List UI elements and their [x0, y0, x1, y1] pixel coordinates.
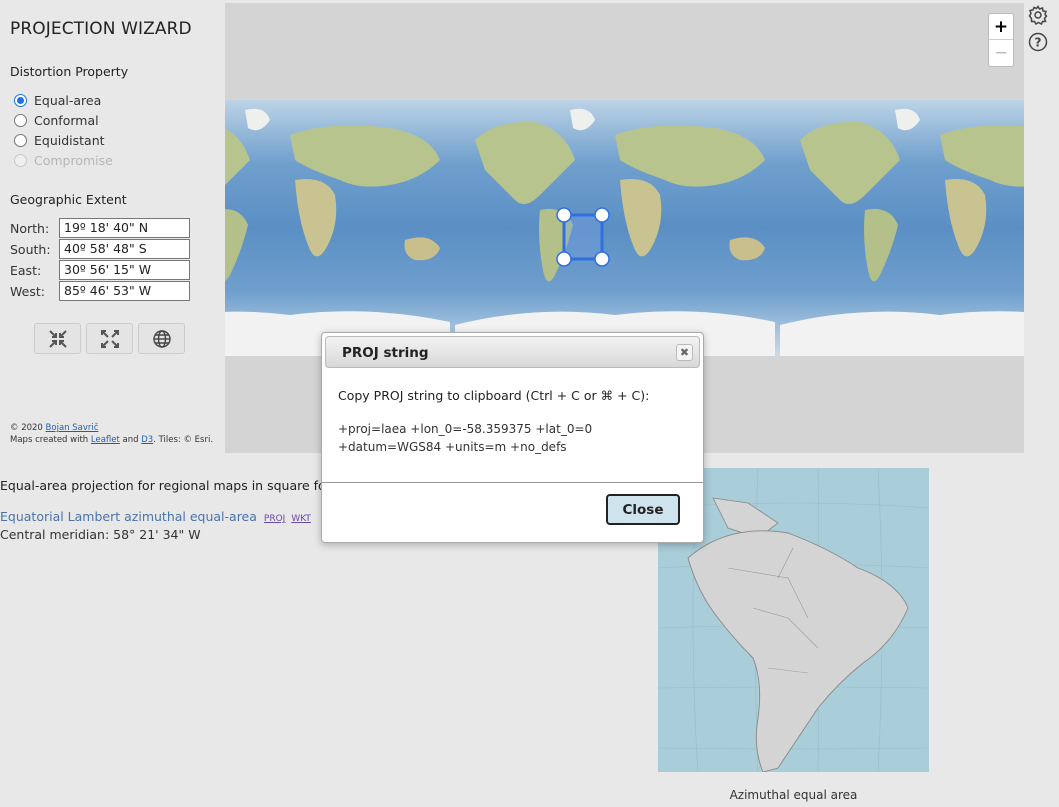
wkt-link[interactable]: WKT: [291, 514, 311, 524]
radio-equal-area[interactable]: Equal-area: [14, 93, 101, 108]
app-title: PROJECTION WIZARD: [10, 19, 192, 39]
dialog-divider: [322, 482, 703, 483]
d3-link[interactable]: D3: [141, 435, 153, 445]
projection-name[interactable]: Equatorial Lambert azimuthal equal-area: [0, 509, 257, 524]
zoom-control: + −: [988, 13, 1014, 67]
proj-string-text[interactable]: +proj=laea +lon_0=-58.359375 +lat_0=0 +d…: [338, 420, 690, 456]
sidebar: PROJECTION WIZARD Distortion Property Eq…: [0, 3, 225, 453]
credits-line-2: Maps created with Leaflet and D3. Tiles:…: [10, 435, 213, 446]
radio-compromise: Compromise: [14, 153, 113, 168]
credits-line-1: © 2020 Bojan Savrič: [10, 423, 98, 434]
projection-description: Equal-area projection for regional maps …: [0, 478, 331, 493]
extent-east-field[interactable]: 30º 56' 15" W: [59, 260, 190, 280]
radio-label: Equidistant: [34, 133, 105, 148]
extent-south-row: South: 40º 58' 48" S: [10, 239, 190, 259]
credits-text: Maps created with: [10, 435, 91, 445]
radio-equidistant[interactable]: Equidistant: [14, 133, 105, 148]
svg-text:?: ?: [1035, 36, 1042, 50]
extent-west-field[interactable]: 85º 46' 53" W: [59, 281, 190, 301]
geographic-extent-title: Geographic Extent: [10, 192, 127, 207]
globe-icon: [152, 329, 171, 348]
dialog-title: PROJ string: [342, 345, 429, 361]
close-icon[interactable]: ✖: [676, 344, 693, 361]
credits-text: © 2020: [10, 423, 46, 433]
extent-east-row: East: 30º 56' 15" W: [10, 260, 190, 280]
radio-label: Compromise: [34, 153, 113, 168]
radio-button[interactable]: [14, 114, 27, 127]
shrink-icon: [48, 329, 67, 348]
proj-string-dialog: PROJ string ✖ Copy PROJ string to clipbo…: [321, 332, 704, 543]
credits-text: . Tiles: © Esri.: [153, 435, 214, 445]
extent-east-label: East:: [10, 262, 42, 278]
extent-west-row: West: 85º 46' 53" W: [10, 281, 190, 301]
radio-label: Equal-area: [34, 93, 102, 108]
central-meridian: Central meridian: 58° 21' 34" W: [0, 527, 201, 542]
extent-north-row: North: 19º 18' 40" N: [10, 218, 190, 238]
author-link[interactable]: Bojan Savrič: [46, 423, 99, 433]
shrink-button[interactable]: [34, 323, 81, 354]
preview-caption: Azimuthal equal area: [729, 788, 858, 802]
world-map-tiles[interactable]: [225, 100, 1024, 356]
radio-conformal[interactable]: Conformal: [14, 113, 99, 128]
zoom-in-button[interactable]: +: [989, 14, 1013, 40]
proj-link[interactable]: PROJ: [264, 514, 285, 524]
projection-name-row: Equatorial Lambert azimuthal equal-area …: [0, 509, 311, 524]
extent-south-label: South:: [10, 241, 51, 257]
leaflet-link[interactable]: Leaflet: [91, 435, 120, 445]
gear-icon: [1028, 5, 1048, 25]
extent-north-field[interactable]: 19º 18' 40" N: [59, 218, 190, 238]
distortion-property-title: Distortion Property: [10, 64, 129, 79]
settings-button[interactable]: [1027, 4, 1049, 26]
globe-button[interactable]: [138, 323, 185, 354]
extent-south-field[interactable]: 40º 58' 48" S: [59, 239, 190, 259]
radio-label: Conformal: [34, 113, 99, 128]
credits-text: and: [119, 435, 142, 445]
dialog-header: PROJ string ✖: [325, 336, 700, 368]
radio-button-checked[interactable]: [14, 94, 27, 107]
extent-north-label: North:: [10, 220, 50, 236]
close-button[interactable]: Close: [606, 494, 680, 525]
help-button[interactable]: ?: [1027, 31, 1049, 53]
expand-icon: [100, 329, 119, 348]
expand-button[interactable]: [86, 323, 133, 354]
extent-west-label: West:: [10, 283, 45, 299]
zoom-out-button[interactable]: −: [989, 40, 1013, 66]
radio-button[interactable]: [14, 134, 27, 147]
radio-button-disabled: [14, 154, 27, 167]
dialog-instruction: Copy PROJ string to clipboard (Ctrl + C …: [338, 388, 650, 403]
help-icon: ?: [1028, 32, 1048, 52]
